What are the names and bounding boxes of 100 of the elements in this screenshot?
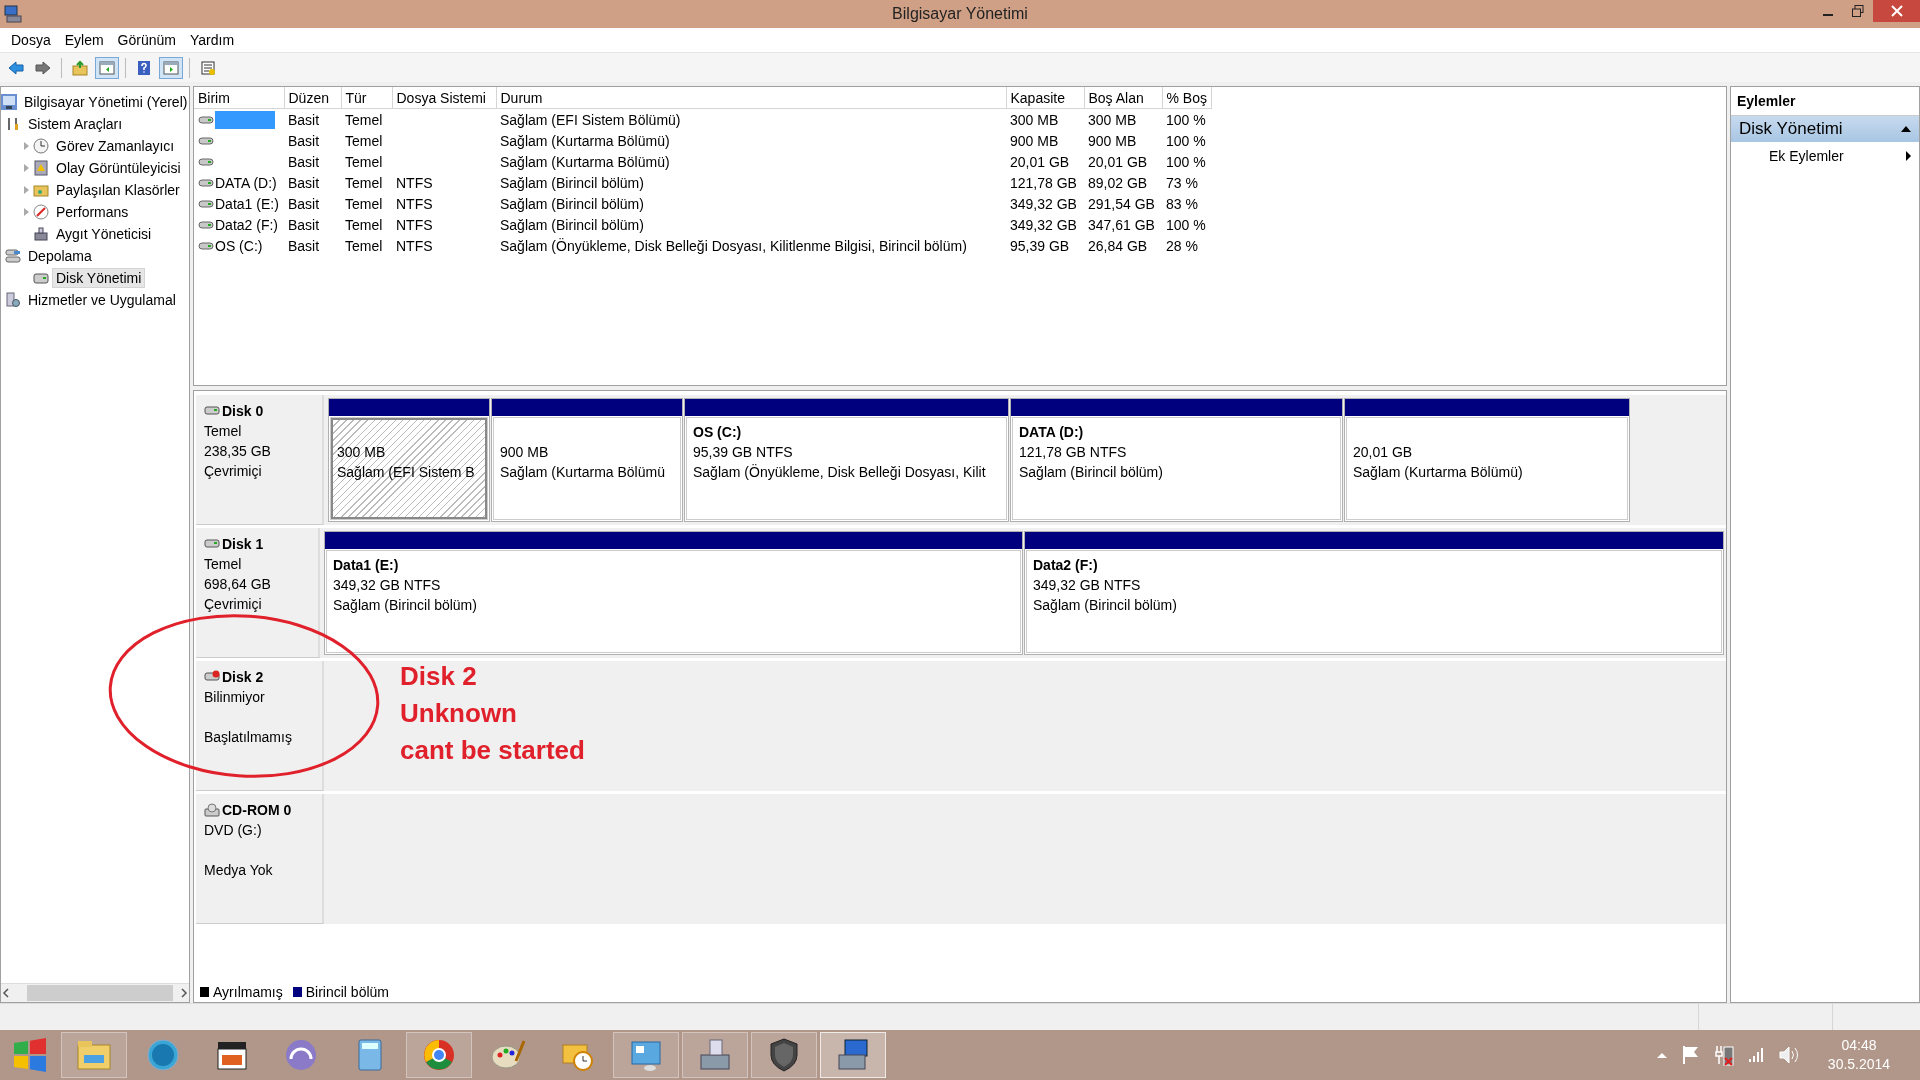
partition-area[interactable]: Data1 (E:) 349,32 GB NTFS Sağlam (Birincil bölüm) (327, 551, 1020, 652)
back-arrow-icon (8, 59, 24, 76)
taskbar-button[interactable] (406, 1032, 472, 1078)
scroll-left-icon[interactable] (1, 988, 11, 998)
disk-status: Çevrimiçi (204, 595, 263, 614)
partition-area[interactable]: 20,01 GB Sağlam (Kurtarma Bölümü) (1347, 418, 1627, 519)
table-cell-text: Temel (344, 131, 384, 151)
tree-item[interactable]: Disk Yönetimi (52, 268, 146, 288)
partition-block[interactable]: 900 MB Sağlam (Kurtarma Bölümü (491, 398, 683, 522)
expand-arrow-icon[interactable] (23, 186, 29, 194)
partition-area[interactable]: Data2 (F:) 349,32 GB NTFS Sağlam (Birincil bölüm) (1027, 551, 1721, 652)
tree-item[interactable]: Sistem Araçları (24, 114, 127, 134)
expand-arrow-icon[interactable] (23, 164, 29, 172)
computer-management-icon (4, 4, 22, 24)
action-item[interactable]: Ek Eylemler (1769, 148, 1844, 164)
cd-drive-icon (204, 803, 220, 817)
disk-name: Disk 0 (222, 403, 264, 419)
volume-icon (198, 156, 214, 167)
table-cell-text: 28 % (1165, 236, 1199, 256)
volume-icon (198, 177, 214, 188)
partition-status: Sağlam (EFI Sistem B (337, 463, 476, 482)
collapse-arrow-icon[interactable] (1901, 126, 1911, 132)
partition-block[interactable]: Data1 (E:) 349,32 GB NTFS Sağlam (Birincil bölüm) (324, 531, 1023, 655)
partition-size: 900 MB (500, 443, 550, 462)
table-cell-text: Basit (287, 236, 321, 256)
tree-item[interactable]: Aygıt Yöneticisi (52, 224, 156, 244)
column-header[interactable]: % Boş (1162, 87, 1212, 109)
partition-block[interactable]: 300 MB Sağlam (EFI Sistem B (328, 398, 490, 522)
disk-warning-icon (204, 670, 220, 684)
partition-block[interactable]: OS (C:) 95,39 GB NTFS Sağlam (Önyükleme, Disk Belleği Dosyası, Kilit (684, 398, 1009, 522)
volume-icon (198, 219, 214, 230)
taskbar-button[interactable] (682, 1032, 748, 1078)
column-header[interactable]: Düzen (284, 87, 341, 109)
partition-title: Data1 (E:) (333, 556, 400, 575)
window-title: Bilgisayar Yönetimi (892, 5, 1028, 22)
console-icon (1, 94, 17, 110)
volume-icon (198, 198, 214, 209)
signal-icon[interactable] (1748, 1047, 1764, 1063)
expand-arrow-icon[interactable] (23, 208, 29, 216)
volume-icon (198, 114, 214, 125)
table-cell-text: Temel (344, 173, 384, 193)
column-header[interactable]: Tür (341, 87, 392, 109)
tree-item[interactable]: Performans (52, 202, 133, 222)
menu-item[interactable]: Dosya (4, 32, 58, 48)
menu-item[interactable]: Yardım (182, 32, 242, 48)
toolbar-button[interactable] (95, 56, 119, 79)
tree-item[interactable]: Bilgisayar Yönetimi (Yerel) (20, 92, 189, 112)
partition-area[interactable]: 300 MB Sağlam (EFI Sistem B (331, 418, 487, 519)
clock-time: 04:48 (1841, 1036, 1877, 1055)
column-header[interactable]: Boş Alan (1084, 87, 1162, 109)
minimize-icon (1823, 14, 1833, 16)
partition-area[interactable]: DATA (D:) 121,78 GB NTFS Sağlam (Birincil bölüm) (1013, 418, 1340, 519)
disk-status: Başlatılmamış (204, 728, 293, 747)
taskbar-button[interactable] (820, 1032, 886, 1078)
help-icon (136, 59, 152, 76)
partition-block[interactable]: Data2 (F:) 349,32 GB NTFS Sağlam (Birincil bölüm) (1024, 531, 1724, 655)
disk-name: Disk 2 (222, 669, 264, 685)
table-cell-text: Temel (344, 236, 384, 256)
show-hidden-icons-icon[interactable] (1656, 1051, 1668, 1059)
table-cell: 300 MB (1006, 108, 1084, 130)
selection-highlight[interactable] (215, 110, 275, 129)
partition-block[interactable]: 20,01 GB Sağlam (Kurtarma Bölümü) (1344, 398, 1630, 522)
tools-icon (5, 116, 21, 132)
partition-title: Data2 (F:) (1033, 556, 1099, 575)
partition-block[interactable]: DATA (D:) 121,78 GB NTFS Sağlam (Birincil bölüm) (1010, 398, 1343, 522)
tree-item[interactable]: Paylaşılan Klasörler (52, 180, 184, 200)
menu-item[interactable]: Görünüm (110, 32, 183, 48)
tree-item[interactable]: Görev Zamanlayıcı (52, 136, 179, 156)
partition-area[interactable]: OS (C:) 95,39 GB NTFS Sağlam (Önyükleme, Disk Belleği Dosyası, Kilit (687, 418, 1006, 519)
column-header[interactable]: Dosya Sistemi (392, 87, 496, 109)
table-cell-text: NTFS (395, 194, 434, 214)
table-cell-text: 900 MB (1009, 131, 1060, 151)
table-cell-text: Temel (344, 215, 384, 235)
column-header[interactable]: Durum (496, 87, 1006, 109)
tree-item[interactable]: Depolama (24, 246, 96, 266)
disk-size: 698,64 GB (204, 575, 272, 594)
table-cell-text: Sağlam (Birincil bölüm) (499, 173, 645, 193)
table-cell-text: Sağlam (Kurtarma Bölümü) (499, 152, 671, 172)
tree-item[interactable]: Olay Görüntüleyicisi (52, 158, 185, 178)
close-icon (1890, 5, 1903, 17)
column-header[interactable]: Birim (194, 87, 284, 109)
taskbar-button[interactable] (751, 1032, 817, 1078)
column-header[interactable]: Kapasite (1006, 87, 1084, 109)
expand-arrow-icon[interactable] (23, 142, 29, 150)
tree-item[interactable]: Hizmetler ve Uygulamal (24, 290, 180, 310)
table-cell: Temel (341, 108, 392, 130)
speaker-icon[interactable] (1778, 1045, 1800, 1065)
table-cell-text: Basit (287, 215, 321, 235)
battery-icon[interactable] (1714, 1044, 1734, 1066)
section-title[interactable]: Disk Yönetimi (1739, 119, 1843, 139)
flag-icon[interactable] (1682, 1045, 1700, 1065)
toolbar-button[interactable] (159, 56, 183, 79)
partition-area[interactable]: 900 MB Sağlam (Kurtarma Bölümü (494, 418, 680, 519)
close-button[interactable] (1873, 0, 1920, 22)
services-icon (5, 292, 21, 308)
restore-icon (1852, 5, 1864, 17)
horizontal-scrollbar[interactable] (1, 983, 189, 1002)
menu-item[interactable]: Eylem (57, 32, 111, 48)
scroll-right-icon[interactable] (179, 988, 189, 998)
windows-logo-icon[interactable] (12, 1037, 48, 1073)
